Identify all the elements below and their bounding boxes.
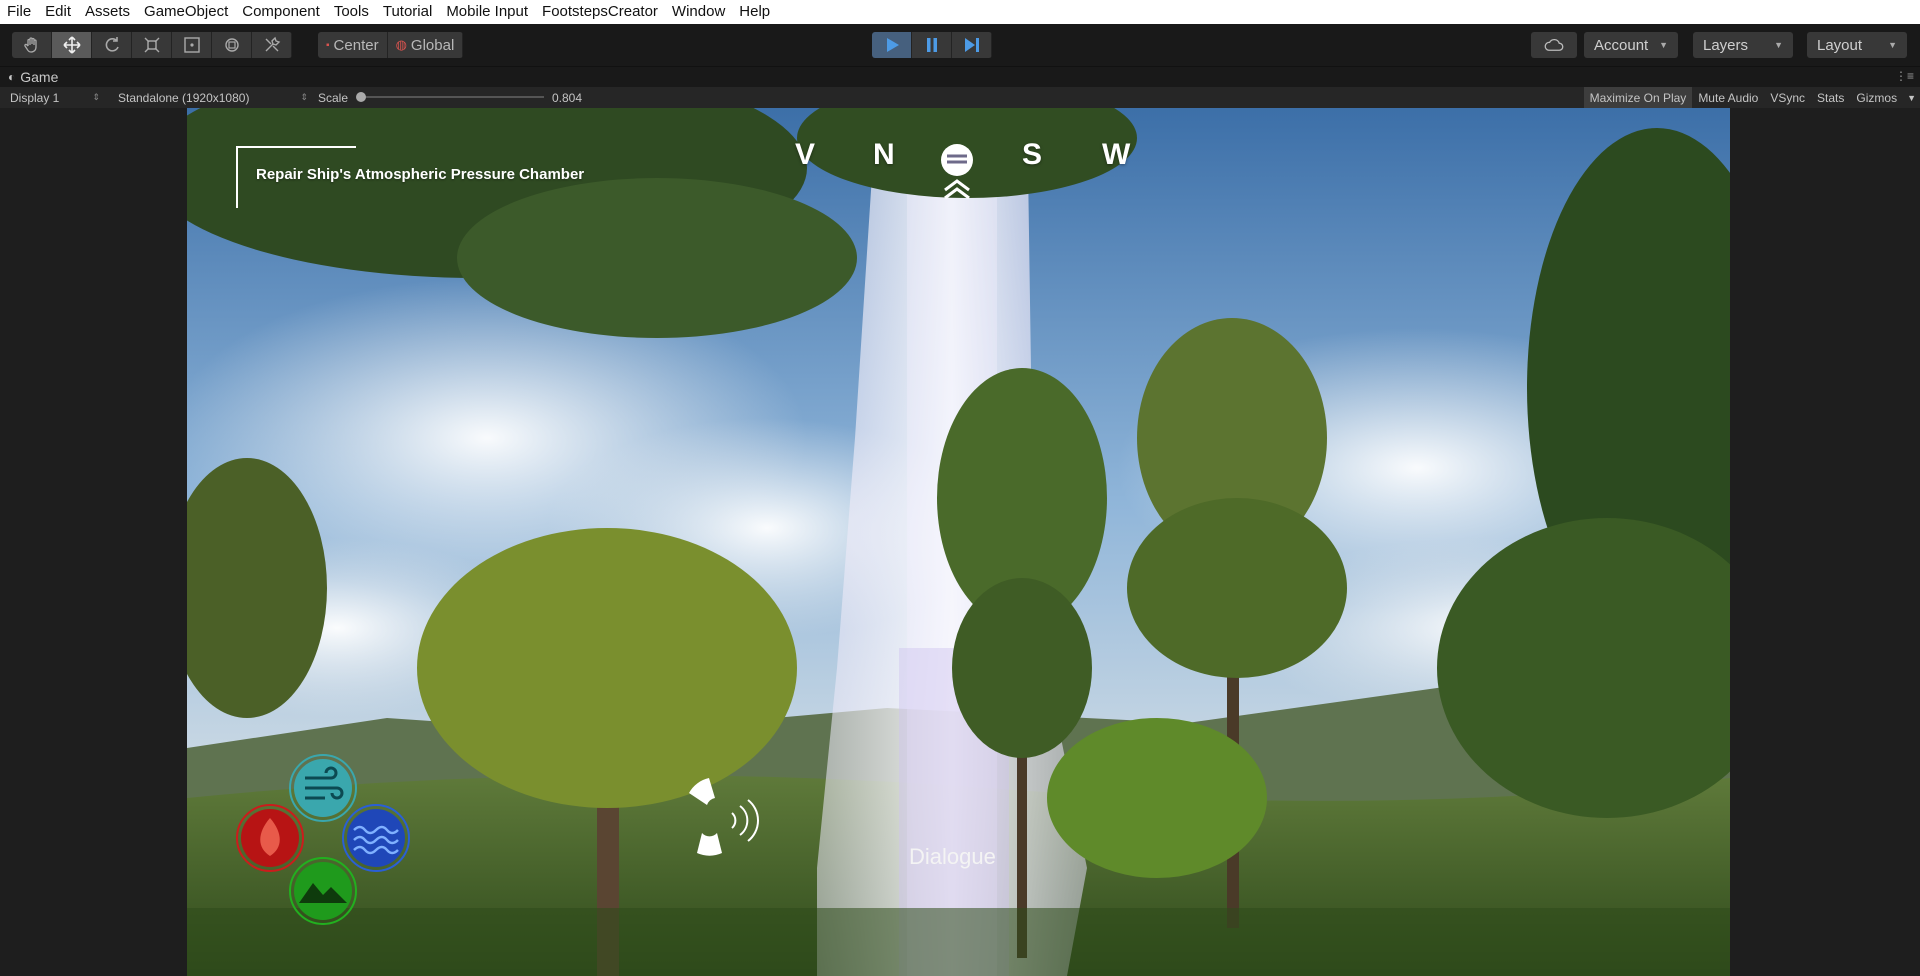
rect-tool-button[interactable] <box>172 32 212 58</box>
account-label: Account <box>1594 36 1649 54</box>
objective-text: Repair Ship's Atmospheric Pressure Chamb… <box>256 166 585 183</box>
menu-edit[interactable]: Edit <box>38 0 78 24</box>
globe-icon: ◍ <box>395 37 407 52</box>
menu-mobile-input[interactable]: Mobile Input <box>439 0 535 24</box>
pivot-center-button[interactable]: ▪ Center <box>318 32 388 58</box>
custom-tool-button[interactable] <box>252 32 292 58</box>
dialogue-prompt[interactable]: Dialogue <box>909 844 996 870</box>
layers-label: Layers <box>1703 36 1749 54</box>
rotate-tool-button[interactable] <box>92 32 132 58</box>
game-controller-icon: ◐ <box>8 70 16 84</box>
compass-marker-icon <box>941 144 973 200</box>
compass-letter: V <box>795 138 816 171</box>
pause-icon <box>926 38 937 52</box>
menu-gameobject[interactable]: GameObject <box>137 0 235 24</box>
resolution-dropdown[interactable]: Standalone (1920x1080) ⇕ <box>118 87 308 108</box>
mute-audio-toggle[interactable]: Mute Audio <box>1692 87 1764 108</box>
chevron-down-icon: ▼ <box>1888 40 1897 50</box>
fire-element-icon[interactable] <box>236 804 304 872</box>
water-element-icon[interactable] <box>342 804 410 872</box>
objective-panel: Repair Ship's Atmospheric Pressure Chamb… <box>236 146 584 208</box>
objective-bracket <box>236 146 238 208</box>
rotation-label: Global <box>410 36 455 54</box>
earth-element-icon[interactable] <box>289 857 357 925</box>
tab-game[interactable]: ◐ Game <box>8 67 58 87</box>
display-label: Display 1 <box>10 90 60 105</box>
chevron-down-icon[interactable]: ▼ <box>1903 87 1920 108</box>
scale-label: Scale <box>318 90 349 105</box>
panel-menu-icon[interactable]: ⋮≡ <box>1895 69 1914 83</box>
menu-help[interactable]: Help <box>732 0 777 24</box>
pivot-global-button[interactable]: ◍ Global <box>387 32 464 58</box>
menu-tools[interactable]: Tools <box>327 0 376 24</box>
rect-icon <box>183 37 200 53</box>
main-toolbar: ▪ Center ◍ Global Account ▼ Layers ▼ Lay… <box>0 24 1920 67</box>
move-icon <box>62 36 81 54</box>
scale-slider-track[interactable] <box>360 96 544 98</box>
menu-tutorial[interactable]: Tutorial <box>376 0 439 24</box>
objective-bracket <box>236 146 356 148</box>
stats-toggle[interactable]: Stats <box>1811 87 1850 108</box>
pivot-icon: ▪ <box>326 39 330 51</box>
layout-label: Layout <box>1817 36 1863 54</box>
collab-button[interactable] <box>1531 32 1577 58</box>
layout-dropdown[interactable]: Layout ▼ <box>1807 32 1907 58</box>
step-button[interactable] <box>952 32 992 58</box>
game-view-options: Maximize On Play Mute Audio VSync Stats … <box>1583 87 1920 108</box>
scale-tool-button[interactable] <box>132 32 172 58</box>
scale-value: 0.804 <box>552 90 583 105</box>
menu-window[interactable]: Window <box>665 0 732 24</box>
pause-button[interactable] <box>912 32 952 58</box>
play-icon <box>886 38 899 52</box>
chevron-down-icon: ▼ <box>1659 40 1668 50</box>
wrench-icon <box>265 36 280 52</box>
account-dropdown[interactable]: Account ▼ <box>1584 32 1678 58</box>
play-controls <box>872 32 992 58</box>
wind-element-icon[interactable] <box>289 754 357 822</box>
menu-assets[interactable]: Assets <box>78 0 137 24</box>
game-viewport[interactable]: Repair Ship's Atmospheric Pressure Chamb… <box>187 108 1730 976</box>
compass-south: S <box>1022 138 1043 171</box>
transform-tool-button[interactable] <box>212 32 252 58</box>
menu-bar: File Edit Assets GameObject Component To… <box>0 0 1920 24</box>
compass-north: N <box>873 138 895 171</box>
transform-icon <box>224 38 239 52</box>
chevron-updown-icon: ⇕ <box>92 92 100 102</box>
scale-icon <box>144 37 159 53</box>
maximize-on-play-toggle[interactable]: Maximize On Play <box>1583 87 1693 108</box>
rotate-icon <box>105 37 119 52</box>
move-tool-button[interactable] <box>52 32 92 58</box>
tab-game-label: Game <box>20 69 59 85</box>
game-tab-row: ◐ Game ⋮≡ <box>0 67 1920 87</box>
game-view-toolbar: Display 1 ⇕ Standalone (1920x1080) ⇕ Sca… <box>0 87 1920 108</box>
pivot-controls: ▪ Center ◍ Global <box>318 32 464 58</box>
resolution-label: Standalone (1920x1080) <box>118 90 250 105</box>
menu-footsteps-creator[interactable]: FootstepsCreator <box>535 0 665 24</box>
step-icon <box>964 38 979 52</box>
cloud-icon <box>1544 38 1564 51</box>
chevron-down-icon: ▼ <box>1774 40 1783 50</box>
layers-dropdown[interactable]: Layers ▼ <box>1693 32 1793 58</box>
hand-tool-button[interactable] <box>12 32 52 58</box>
menu-file[interactable]: File <box>0 0 38 24</box>
play-button[interactable] <box>872 32 912 58</box>
gizmos-dropdown[interactable]: Gizmos <box>1850 87 1903 108</box>
display-dropdown[interactable]: Display 1 ⇕ <box>10 87 100 108</box>
hand-icon <box>23 37 37 53</box>
chevron-updown-icon: ⇕ <box>300 92 308 102</box>
vsync-toggle[interactable]: VSync <box>1764 87 1811 108</box>
menu-component[interactable]: Component <box>235 0 327 24</box>
pivot-label: Center <box>333 36 379 54</box>
compass-west: W <box>1102 138 1131 171</box>
transform-tools <box>12 32 292 58</box>
scale-slider-handle[interactable] <box>356 92 366 102</box>
